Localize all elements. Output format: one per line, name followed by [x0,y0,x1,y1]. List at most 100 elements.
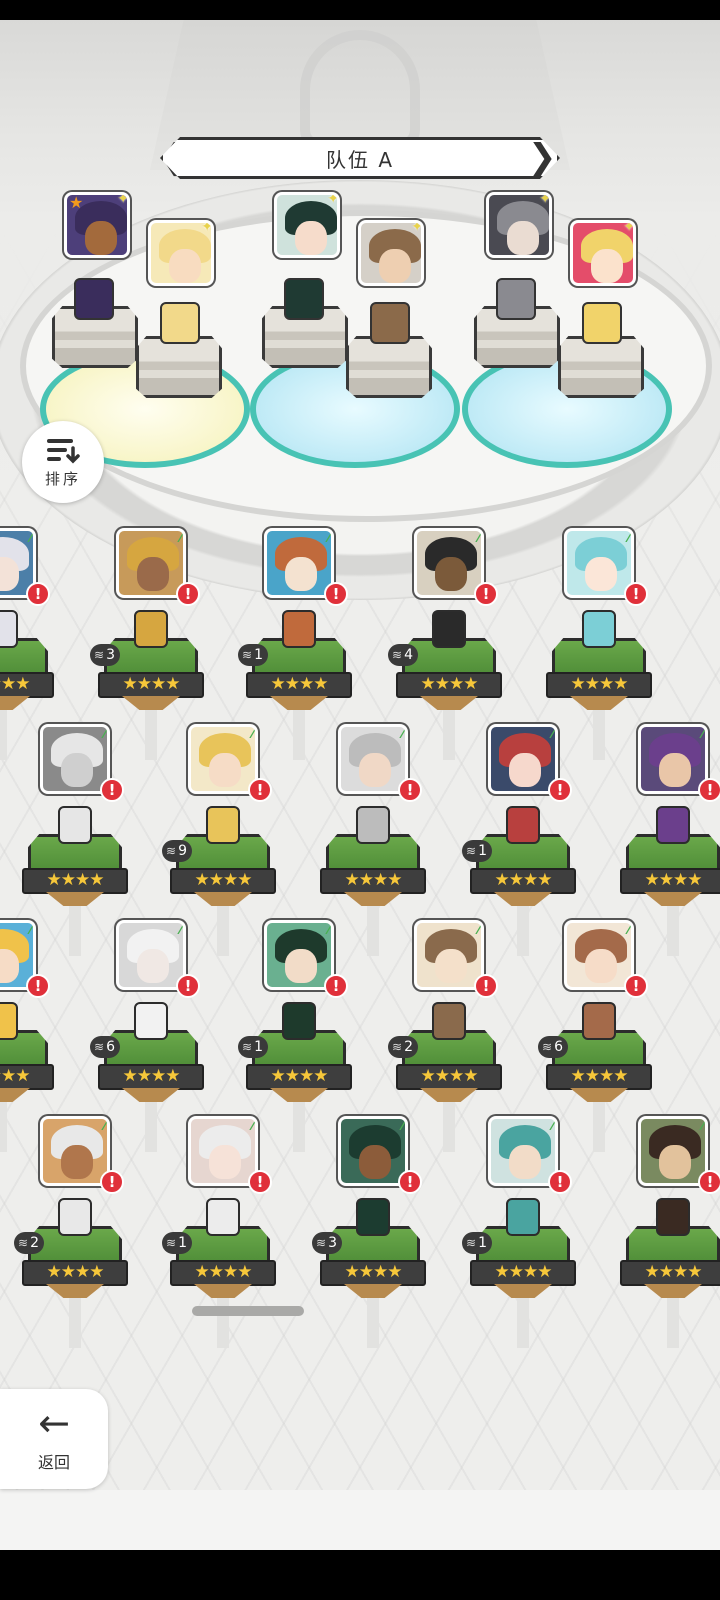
level-value: 1 [254,1039,263,1055]
hero-card[interactable]: ★★★★ ⁄! [0,920,58,1152]
hero-sprite [432,1002,466,1040]
team-sprite-front [370,302,410,344]
leaf-icon: ⁄ [551,727,554,742]
alert-icon: ! [176,974,200,998]
next-team-chevron-icon[interactable]: ❯ [528,137,557,179]
portrait-face [359,753,391,787]
level-stack-icon: ≋ [242,648,253,662]
portrait-face [209,1145,241,1179]
platform-dirt [570,1088,628,1102]
hero-card[interactable]: ★★★★ ⁄! ≋ 3 [312,1116,430,1348]
sort-button[interactable]: 排序 [22,421,104,503]
leaf-icon: ⁄ [701,1119,704,1134]
hero-portrait[interactable]: ⁄ [188,724,258,794]
platform-dirt [420,1088,478,1102]
star-rating: ★★★★ [170,1260,276,1286]
alert-icon: ! [474,582,498,606]
hero-card[interactable]: ★★★★ ⁄! ≋ 4 [388,528,506,760]
hero-sprite [134,1002,168,1040]
hero-card[interactable]: ★★★★ ⁄! ≋ 9 [162,724,280,956]
hero-portrait[interactable]: ⁄ [638,1116,708,1186]
hero-card[interactable]: ★★★★ ⁄! [620,1116,720,1348]
platform-pole [0,710,7,760]
team-slot-block-front [136,336,222,398]
team-portrait-back[interactable]: ✦ ★ [64,192,130,258]
hero-card[interactable]: ★★★★ ⁄! [22,724,132,956]
bottom-bar [0,1490,720,1550]
leaf-icon: ⁄ [29,923,32,938]
hero-portrait[interactable]: ⁄ [488,724,558,794]
level-badge: ≋ 1 [462,840,492,862]
team-portrait-front[interactable]: ✦ [358,220,424,286]
platform-pole [367,906,379,956]
level-stack-icon: ≋ [466,1236,477,1250]
hero-card[interactable]: ★★★★ ⁄! ≋ 1 [162,1116,280,1348]
star-rating: ★★★★ [470,868,576,894]
star-rating: ★★★★ [22,1260,128,1286]
portrait-face [285,557,317,591]
star-rating: ★★★★ [546,672,652,698]
team-portrait-back[interactable]: ✦ [274,192,340,258]
hero-card[interactable]: ★★★★ ⁄! ≋ 1 [238,528,356,760]
hero-portrait[interactable]: ⁄ [40,724,110,794]
hero-card[interactable]: ★★★★ ⁄! ≋ 6 [538,920,656,1152]
leaf-icon: ⁄ [627,923,630,938]
hero-sprite [356,1198,390,1236]
platform-pole [293,1102,305,1152]
hero-portrait[interactable]: ⁄ [564,920,634,990]
hero-card[interactable]: ★★★★ ⁄! ≋ 3 [90,528,208,760]
team-portrait-back[interactable]: ✦ [486,192,552,258]
back-arrow-icon: ← [38,1401,70,1445]
star-rating: ★★★★ [620,868,720,894]
hero-portrait[interactable]: ⁄ [338,724,408,794]
team-sprite-back [496,278,536,320]
back-button[interactable]: ← 返回 [0,1389,108,1489]
leaf-icon: ⁄ [327,531,330,546]
level-badge: ≋ 6 [538,1036,568,1058]
level-value: 3 [106,647,115,663]
hero-card[interactable]: ★★★★ ⁄! [320,724,430,956]
hero-card[interactable]: ★★★★ ⁄! ≋ 2 [14,1116,132,1348]
hero-card[interactable]: ★★★★ ⁄! [0,528,58,760]
portrait-face [169,249,201,283]
hero-card[interactable]: ★★★★ ⁄! ≋ 1 [462,1116,580,1348]
hero-card[interactable]: ★★★★ ⁄! ≋ 1 [462,724,580,956]
hero-card[interactable]: ★★★★ ⁄! [546,528,656,760]
level-value: 4 [404,647,413,663]
hero-portrait[interactable]: ⁄ [264,920,334,990]
hero-card[interactable]: ★★★★ ⁄! [620,724,720,956]
alert-icon: ! [176,582,200,606]
platform-dirt [46,892,104,906]
star-rating: ★★★★ [22,868,128,894]
platform-dirt [270,696,328,710]
star-rating: ★★★★ [396,672,502,698]
level-value: 2 [404,1039,413,1055]
portrait-face [295,221,327,255]
level-stack-icon: ≋ [166,844,177,858]
hero-portrait[interactable]: ⁄ [188,1116,258,1186]
hero-portrait[interactable]: ⁄ [564,528,634,598]
hero-card[interactable]: ★★★★ ⁄! ≋ 2 [388,920,506,1152]
team-portrait-front[interactable]: ✦ [570,220,636,286]
hero-portrait[interactable]: ⁄ [638,724,708,794]
team-portrait-front[interactable]: ✦ [148,220,214,286]
hero-portrait[interactable]: ⁄ [414,920,484,990]
hero-portrait[interactable]: ⁄ [40,1116,110,1186]
platform-pole [593,710,605,760]
level-stack-icon: ≋ [466,844,477,858]
star-rating: ★★★★ [546,1064,652,1090]
hero-portrait[interactable]: ⁄ [116,528,186,598]
platform-dirt [0,1088,30,1102]
hero-portrait[interactable]: ⁄ [116,920,186,990]
hero-portrait[interactable]: ⁄ [338,1116,408,1186]
hero-card[interactable]: ★★★★ ⁄! ≋ 1 [238,920,356,1152]
hero-portrait[interactable]: ⁄ [414,528,484,598]
hero-card[interactable]: ★★★★ ⁄! ≋ 6 [90,920,208,1152]
hero-portrait[interactable]: ⁄ [264,528,334,598]
alert-icon: ! [398,778,422,802]
star-rating: ★★★★ [0,672,54,698]
alert-icon: ! [26,582,50,606]
scroll-handle[interactable] [192,1306,304,1316]
platform-dirt [344,892,402,906]
hero-portrait[interactable]: ⁄ [488,1116,558,1186]
